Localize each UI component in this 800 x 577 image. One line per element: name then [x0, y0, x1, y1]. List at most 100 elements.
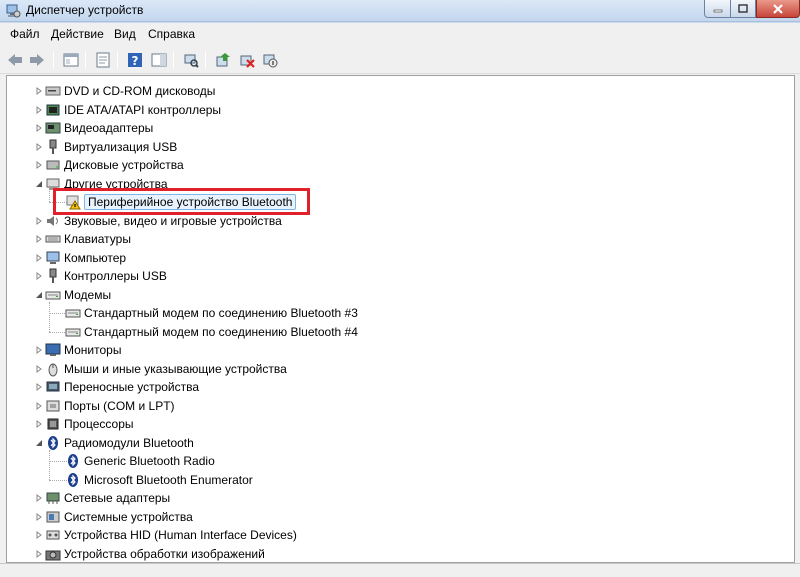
tree-device[interactable]: Generic Bluetooth Radio	[65, 452, 215, 470]
tree-item-label: Видеоадаптеры	[64, 121, 154, 135]
tree-item-label: Мониторы	[64, 343, 122, 357]
tree-category[interactable]: Контроллеры USB	[45, 267, 167, 285]
help-button[interactable]: ?	[126, 51, 144, 69]
update-driver-button[interactable]	[214, 51, 232, 69]
bluetooth-icon	[45, 435, 61, 451]
menu-file[interactable]: Файл	[10, 27, 40, 41]
expanded-arrow-icon[interactable]	[35, 291, 43, 299]
tree-category[interactable]: Виртуализация USB	[45, 138, 177, 156]
port-icon	[45, 398, 61, 414]
collapsed-arrow-icon[interactable]	[35, 216, 43, 225]
action-pane-button[interactable]	[150, 51, 168, 69]
expanded-arrow-icon[interactable]	[35, 180, 43, 188]
collapsed-arrow-icon[interactable]	[35, 531, 43, 539]
collapsed-arrow-icon[interactable]	[35, 383, 43, 391]
tree-category[interactable]: DVD и CD-ROM дисководы	[45, 82, 215, 100]
status-bar	[0, 563, 800, 577]
tree-category[interactable]: Дисковые устройства	[45, 156, 184, 174]
mouse-icon	[45, 361, 61, 377]
tree-item-label: Процессоры	[64, 417, 134, 431]
disable-button[interactable]	[261, 51, 279, 69]
back-button[interactable]	[6, 51, 24, 69]
tree-category[interactable]: Радиомодули Bluetooth	[45, 434, 194, 452]
tree-category[interactable]: Модемы	[45, 286, 111, 304]
tree-category[interactable]: Устройства HID (Human Interface Devices)	[45, 526, 297, 544]
monitor-icon	[45, 342, 61, 358]
menu-view[interactable]: Вид	[114, 27, 136, 41]
modem-icon	[65, 305, 81, 321]
tree-category[interactable]: Переносные устройства	[45, 378, 199, 396]
tree-item-label: Устройства обработки изображений	[64, 546, 265, 561]
collapsed-arrow-icon[interactable]	[35, 401, 43, 410]
tree-item-label: Generic Bluetooth Radio	[84, 454, 215, 468]
tree-device[interactable]: Стандартный модем по соединению Bluetoot…	[65, 304, 358, 322]
expanded-arrow-icon[interactable]	[35, 439, 43, 447]
tree-category[interactable]: Порты (COM и LPT)	[45, 397, 175, 415]
scan-hardware-button[interactable]	[182, 51, 200, 69]
show-hide-tree-icon	[63, 53, 79, 67]
hid-icon	[45, 527, 61, 543]
minimize-icon	[713, 9, 722, 12]
minimize-button[interactable]	[704, 0, 730, 18]
collapsed-arrow-icon[interactable]	[35, 272, 43, 280]
collapsed-arrow-icon[interactable]	[35, 161, 43, 169]
modem-icon	[45, 287, 61, 303]
tree-item-label: Устройства HID (Human Interface Devices)	[64, 528, 297, 542]
properties-button[interactable]	[94, 51, 112, 69]
tree-device[interactable]: Стандартный модем по соединению Bluetoot…	[65, 323, 358, 341]
collapsed-arrow-icon[interactable]	[35, 346, 43, 354]
tree-item-label: Мыши и иные указывающие устройства	[64, 361, 287, 376]
tree-category[interactable]: IDE ATA/ATAPI контроллеры	[45, 101, 221, 119]
maximize-icon	[738, 4, 748, 13]
tree-device[interactable]: Microsoft Bluetooth Enumerator	[65, 471, 253, 489]
tree-category[interactable]: Процессоры	[45, 415, 134, 433]
tree-item-label: Радиомодули Bluetooth	[64, 435, 194, 450]
collapsed-arrow-icon[interactable]	[35, 253, 43, 262]
update-driver-icon	[216, 53, 230, 67]
tree-item-label: Microsoft Bluetooth Enumerator	[84, 472, 253, 487]
tree-item-label: DVD и CD-ROM дисководы	[64, 84, 216, 98]
portable-device-icon	[45, 379, 61, 395]
menu-action[interactable]: Действие	[51, 27, 104, 41]
tree-category[interactable]: Мыши и иные указывающие устройства	[45, 360, 287, 378]
collapsed-arrow-icon[interactable]	[35, 512, 43, 521]
uninstall-icon	[240, 55, 255, 68]
tree-category[interactable]: Клавиатуры	[45, 230, 131, 248]
tree-category[interactable]: Сетевые адаптеры	[45, 489, 170, 507]
tree-item-label: Виртуализация USB	[64, 139, 178, 154]
tree-category[interactable]: Компьютер	[45, 249, 126, 267]
bluetooth-icon	[65, 472, 81, 488]
close-button[interactable]	[756, 0, 800, 18]
disable-icon	[263, 54, 278, 68]
uninstall-button[interactable]	[238, 51, 256, 69]
menu-help[interactable]: Справка	[148, 27, 195, 41]
collapsed-arrow-icon[interactable]	[35, 235, 43, 243]
window-title: Диспетчер устройств	[26, 3, 144, 17]
title-bar[interactable]: Диспетчер устройств	[0, 0, 800, 22]
tree-item-label: Контроллеры USB	[64, 269, 167, 283]
device-tree[interactable]: DVD и CD-ROM дисководы IDE ATA/ATAPI конт…	[6, 75, 795, 563]
tree-category[interactable]: Мониторы	[45, 341, 121, 359]
tree-item-label: Дисковые устройства	[64, 158, 184, 172]
properties-icon	[96, 52, 110, 68]
forward-button[interactable]	[28, 51, 46, 69]
collapsed-arrow-icon[interactable]	[35, 105, 43, 114]
collapsed-arrow-icon[interactable]	[35, 420, 43, 428]
tree-category[interactable]: Видеоадаптеры	[45, 119, 153, 137]
show-hide-tree-button[interactable]	[62, 51, 80, 69]
close-icon	[773, 3, 783, 14]
tree-category[interactable]: Устройства обработки изображений	[45, 545, 265, 563]
collapsed-arrow-icon[interactable]	[35, 87, 43, 95]
collapsed-arrow-icon[interactable]	[35, 124, 43, 132]
collapsed-arrow-icon[interactable]	[35, 364, 43, 373]
tree-item-label: Клавиатуры	[64, 232, 131, 246]
collapsed-arrow-icon[interactable]	[35, 494, 43, 502]
collapsed-arrow-icon[interactable]	[35, 549, 43, 558]
tree-category[interactable]: Системные устройства	[45, 508, 193, 526]
network-adapter-icon	[45, 490, 61, 506]
tree-item-label: Модемы	[64, 287, 112, 302]
modem-icon	[65, 324, 81, 340]
collapsed-arrow-icon[interactable]	[35, 142, 43, 151]
maximize-button[interactable]	[730, 0, 756, 18]
action-pane-icon	[151, 53, 167, 67]
